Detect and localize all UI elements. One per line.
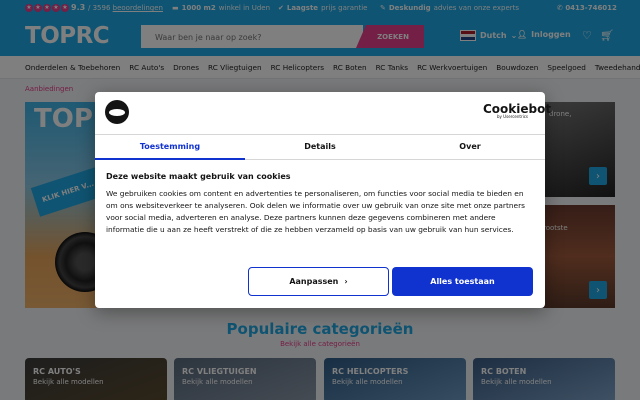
cookie-title: Deze website maakt gebruik van cookies xyxy=(106,172,291,181)
customize-label: Aanpassen xyxy=(289,277,339,286)
cookie-icon xyxy=(105,100,129,124)
customize-button[interactable]: Aanpassen › xyxy=(248,267,389,296)
cookie-tabs: Toestemming Details Over xyxy=(95,134,545,160)
allow-all-button[interactable]: Alles toestaan xyxy=(392,267,533,296)
tab-consent[interactable]: Toestemming xyxy=(95,135,245,160)
cookiebot-logo-sub: by Usercentrics xyxy=(497,114,529,119)
cookie-consent-dialog: Cookiebot by Usercentrics Toestemming De… xyxy=(95,92,551,308)
chevron-right-icon: › xyxy=(344,277,348,286)
tab-details[interactable]: Details xyxy=(245,135,395,159)
cookie-body: We gebruiken cookies om content en adver… xyxy=(106,189,525,234)
tab-about[interactable]: Over xyxy=(395,135,545,159)
